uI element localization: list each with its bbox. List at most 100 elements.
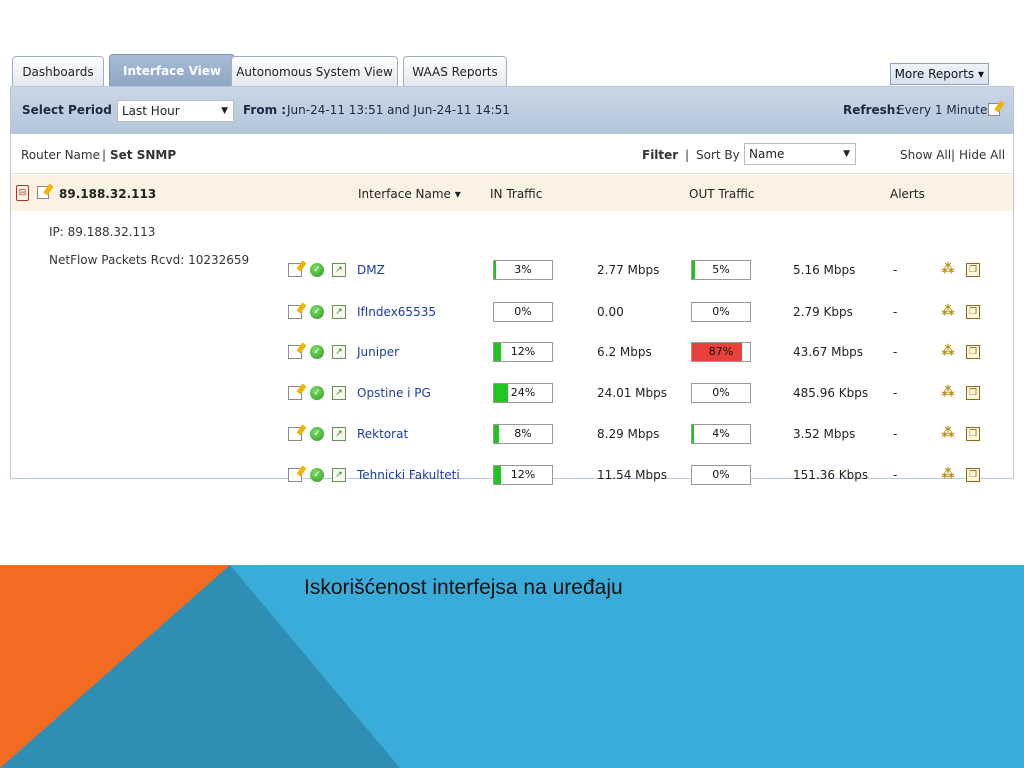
in-traffic-fill xyxy=(494,425,499,443)
interface-name-link[interactable]: Tehnicki Fakulteti xyxy=(357,468,460,482)
copy-icon[interactable]: ❐ xyxy=(966,345,980,359)
in-traffic-percent: 12% xyxy=(510,468,536,481)
graph-icon[interactable]: ↗ xyxy=(332,386,346,400)
copy-icon[interactable]: ❐ xyxy=(966,263,980,277)
table-row: ✓ ↗ IfIndex65535 0% 0.00 0% 2.79 Kbps - … xyxy=(11,293,1013,334)
edit-router-icon[interactable] xyxy=(37,186,49,199)
slide-caption: Iskorišćenost interfejsa na uređaju xyxy=(304,576,623,599)
snmp-icon[interactable]: ⁂ xyxy=(941,305,955,319)
refresh-value[interactable]: Every 1 Minute xyxy=(897,103,987,117)
router-header: ⊟ 89.188.32.113 Interface Name ▾ IN Traf… xyxy=(11,175,1013,211)
snmp-icon[interactable]: ⁂ xyxy=(941,345,955,359)
period-bar: Select Period Last Hour ▼ From : Jun-24-… xyxy=(11,87,1013,134)
router-ip-link[interactable]: 89.188.32.113 xyxy=(59,187,156,201)
copy-icon[interactable]: ❐ xyxy=(966,468,980,482)
tab-waas-reports[interactable]: WAAS Reports xyxy=(403,56,507,86)
in-traffic-bar: 24% xyxy=(493,383,553,403)
period-select[interactable]: Last Hour ▼ xyxy=(117,100,234,122)
out-traffic-bar: 5% xyxy=(691,260,751,280)
in-traffic-rate: 2.77 Mbps xyxy=(597,263,660,277)
in-traffic-bar: 8% xyxy=(493,424,553,444)
copy-icon[interactable]: ❐ xyxy=(966,427,980,441)
in-traffic-bar: 12% xyxy=(493,465,553,485)
copy-icon[interactable]: ❐ xyxy=(966,386,980,400)
out-traffic-rate: 2.79 Kbps xyxy=(793,305,853,319)
alerts-value: - xyxy=(893,345,898,359)
graph-icon[interactable]: ↗ xyxy=(332,263,346,277)
graph-icon[interactable]: ↗ xyxy=(332,305,346,319)
in-traffic-rate: 0.00 xyxy=(597,305,624,319)
in-traffic-header: IN Traffic xyxy=(490,187,543,201)
tab-bar: Dashboards Interface View Autonomous Sys… xyxy=(10,53,1014,86)
table-row: ✓ ↗ Rektorat 8% 8.29 Mbps 4% 3.52 Mbps -… xyxy=(11,415,1013,456)
in-traffic-percent: 24% xyxy=(510,386,536,399)
out-traffic-rate: 43.67 Mbps xyxy=(793,345,864,359)
status-ok-icon: ✓ xyxy=(310,468,324,482)
out-traffic-percent: 4% xyxy=(712,427,730,440)
edit-refresh-icon[interactable] xyxy=(988,103,1000,116)
sort-by-label: Sort By xyxy=(696,148,740,162)
interface-name-link[interactable]: Rektorat xyxy=(357,427,408,441)
in-traffic-percent: 3% xyxy=(514,263,532,276)
status-ok-icon: ✓ xyxy=(310,263,324,277)
in-traffic-bar: 0% xyxy=(493,302,553,322)
interface-name-header[interactable]: Interface Name ▾ xyxy=(358,187,461,201)
alerts-value: - xyxy=(893,263,898,277)
toolbar-separator: | xyxy=(685,148,690,162)
more-reports-button[interactable]: More Reports ▾ xyxy=(889,63,989,85)
out-traffic-bar: 4% xyxy=(691,424,751,444)
out-traffic-bar: 0% xyxy=(691,383,751,403)
expand-tree-icon[interactable]: ⊟ xyxy=(16,185,29,201)
edit-interface-icon[interactable] xyxy=(288,468,302,482)
status-ok-icon: ✓ xyxy=(310,305,324,319)
edit-interface-icon[interactable] xyxy=(288,427,302,441)
sort-by-select[interactable]: Name ▼ xyxy=(744,143,856,165)
edit-interface-icon[interactable] xyxy=(288,263,302,277)
snmp-icon[interactable]: ⁂ xyxy=(941,386,955,400)
set-snmp-link[interactable]: Set SNMP xyxy=(110,148,176,162)
status-ok-icon: ✓ xyxy=(310,386,324,400)
table-row: ✓ ↗ Juniper 12% 6.2 Mbps 87% 43.67 Mbps … xyxy=(11,333,1013,374)
out-traffic-percent: 87% xyxy=(708,345,734,358)
in-traffic-rate: 6.2 Mbps xyxy=(597,345,652,359)
graph-icon[interactable]: ↗ xyxy=(332,427,346,441)
from-value: Jun-24-11 13:51 and Jun-24-11 14:51 xyxy=(287,103,510,117)
tab-autonomous-system-view[interactable]: Autonomous System View xyxy=(231,56,398,86)
interface-name-link[interactable]: DMZ xyxy=(357,263,385,277)
hide-all-link[interactable]: Hide All xyxy=(959,148,1005,162)
graph-icon[interactable]: ↗ xyxy=(332,468,346,482)
out-traffic-bar: 0% xyxy=(691,465,751,485)
interface-name-link[interactable]: Opstine i PG xyxy=(357,386,431,400)
tab-dashboards[interactable]: Dashboards xyxy=(12,56,104,86)
snmp-icon[interactable]: ⁂ xyxy=(941,427,955,441)
interface-name-link[interactable]: Juniper xyxy=(357,345,399,359)
sort-by-value: Name xyxy=(749,147,785,161)
in-traffic-fill xyxy=(494,384,508,402)
graph-icon[interactable]: ↗ xyxy=(332,345,346,359)
in-traffic-fill xyxy=(494,466,501,484)
filter-link[interactable]: Filter xyxy=(642,148,678,162)
copy-icon[interactable]: ❐ xyxy=(966,305,980,319)
filter-toolbar: Router Name | Set SNMP Filter | Sort By … xyxy=(11,134,1013,174)
toolbar-separator: | xyxy=(102,148,107,162)
router-name-label: Router Name xyxy=(21,148,100,162)
edit-interface-icon[interactable] xyxy=(288,305,302,319)
tab-interface-view[interactable]: Interface View xyxy=(109,54,235,86)
out-traffic-percent: 5% xyxy=(712,263,730,276)
edit-interface-icon[interactable] xyxy=(288,386,302,400)
show-all-link[interactable]: Show All xyxy=(900,148,951,162)
from-label: From : xyxy=(243,103,287,117)
in-traffic-percent: 12% xyxy=(510,345,536,358)
interface-name-link[interactable]: IfIndex65535 xyxy=(357,305,436,319)
out-traffic-percent: 0% xyxy=(712,386,730,399)
snmp-icon[interactable]: ⁂ xyxy=(941,263,955,277)
status-ok-icon: ✓ xyxy=(310,427,324,441)
chevron-down-icon: ▼ xyxy=(221,106,228,116)
out-traffic-rate: 485.96 Kbps xyxy=(793,386,869,400)
refresh-label: Refresh: xyxy=(843,103,901,117)
snmp-icon[interactable]: ⁂ xyxy=(941,468,955,482)
edit-interface-icon[interactable] xyxy=(288,345,302,359)
in-traffic-rate: 24.01 Mbps xyxy=(597,386,668,400)
in-traffic-fill xyxy=(494,261,497,279)
select-period-label: Select Period xyxy=(22,103,112,117)
